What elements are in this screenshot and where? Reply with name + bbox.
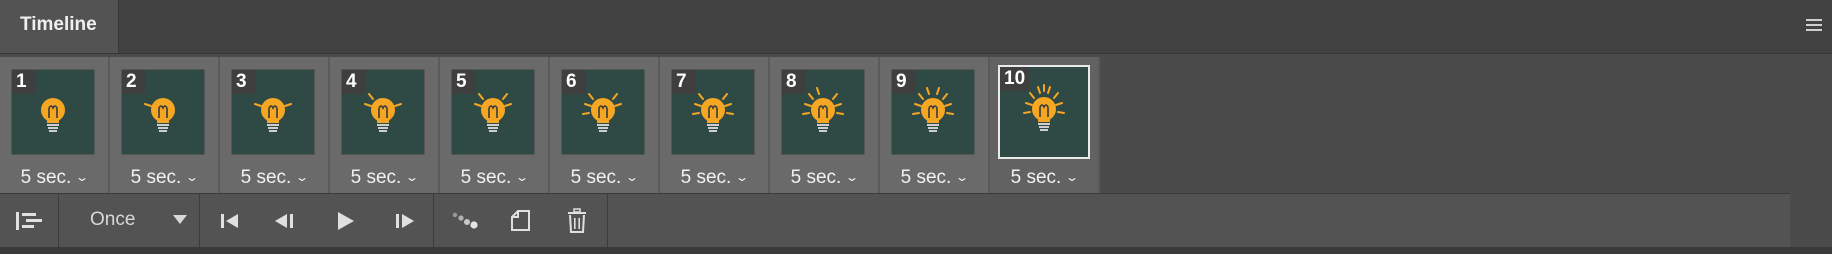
animation-frame[interactable]: 2 5 sec. ⌄ bbox=[110, 57, 220, 193]
frame-delay-value: 5 sec. bbox=[350, 167, 402, 188]
lightbulb-icon bbox=[41, 98, 65, 132]
next-frame-button[interactable] bbox=[384, 194, 424, 247]
previous-frame-icon bbox=[275, 213, 293, 228]
frame-thumbnail[interactable]: 2 bbox=[121, 69, 205, 155]
frame-delay-dropdown[interactable]: 5 sec. ⌄ bbox=[660, 167, 768, 191]
convert-to-video-timeline-button[interactable] bbox=[0, 194, 57, 247]
animation-frame[interactable]: 10 5 sec. ⌄ bbox=[990, 57, 1100, 193]
chevron-down-icon: ⌄ bbox=[75, 170, 90, 184]
chevron-down-icon: ⌄ bbox=[735, 170, 750, 184]
tab-timeline[interactable]: Timeline bbox=[0, 0, 119, 53]
chevron-down-icon bbox=[173, 215, 187, 224]
frame-delay-dropdown[interactable]: 5 sec. ⌄ bbox=[330, 167, 438, 191]
lightbulb-icon bbox=[912, 87, 954, 132]
chevron-down-icon: ⌄ bbox=[625, 170, 640, 184]
frame-thumbnail[interactable]: 5 bbox=[451, 69, 535, 155]
duplicate-frame-icon bbox=[511, 209, 530, 231]
frame-thumbnail[interactable]: 6 bbox=[561, 69, 645, 155]
frame-delay-value: 5 sec. bbox=[570, 167, 622, 188]
chevron-down-icon: ⌄ bbox=[515, 170, 530, 184]
duplicate-frame-button[interactable] bbox=[500, 194, 540, 247]
frame-thumbnail[interactable]: 1 bbox=[11, 69, 95, 155]
chevron-down-icon: ⌄ bbox=[185, 170, 200, 184]
delete-frame-button[interactable] bbox=[557, 194, 597, 247]
animation-frame[interactable]: 9 5 sec. ⌄ bbox=[880, 57, 990, 193]
frame-delay-value: 5 sec. bbox=[790, 167, 842, 188]
chevron-down-icon: ⌄ bbox=[295, 170, 310, 184]
lightbulb-icon bbox=[144, 98, 175, 132]
previous-frame-button[interactable] bbox=[265, 194, 305, 247]
chevron-down-icon: ⌄ bbox=[1065, 170, 1080, 184]
animation-frame[interactable]: 5 5 sec. ⌄ bbox=[440, 57, 550, 193]
frame-thumbnail[interactable]: 7 bbox=[671, 69, 755, 155]
frame-delay-value: 5 sec. bbox=[20, 167, 72, 188]
frame-delay-value: 5 sec. bbox=[680, 167, 732, 188]
panel-menu-icon[interactable] bbox=[1804, 17, 1824, 33]
animation-frame[interactable]: 1 5 sec. ⌄ bbox=[0, 57, 110, 193]
animation-frame[interactable]: 8 5 sec. ⌄ bbox=[770, 57, 880, 193]
animation-frame[interactable]: 7 5 sec. ⌄ bbox=[660, 57, 770, 193]
frame-delay-dropdown[interactable]: 5 sec. ⌄ bbox=[880, 167, 988, 191]
loop-options-select[interactable]: Once bbox=[60, 194, 195, 247]
lightbulb-icon bbox=[1023, 84, 1065, 131]
lightbulb-icon bbox=[582, 93, 622, 132]
first-frame-button[interactable] bbox=[210, 194, 250, 247]
panel-title: Timeline bbox=[20, 14, 97, 35]
tween-icon bbox=[452, 212, 478, 229]
animation-frame[interactable]: 4 5 sec. ⌄ bbox=[330, 57, 440, 193]
frame-thumbnail[interactable]: 8 bbox=[781, 69, 865, 155]
panel-header: Timeline bbox=[0, 0, 1832, 54]
frame-delay-value: 5 sec. bbox=[1010, 167, 1062, 188]
lightbulb-icon bbox=[254, 98, 292, 132]
chevron-down-icon: ⌄ bbox=[845, 170, 860, 184]
loop-options-value: Once bbox=[90, 209, 136, 230]
delete-frame-icon bbox=[568, 207, 586, 233]
toolbar-spacer bbox=[1790, 193, 1832, 247]
play-button[interactable] bbox=[325, 194, 365, 247]
frame-delay-dropdown[interactable]: 5 sec. ⌄ bbox=[990, 167, 1098, 191]
lightbulb-icon bbox=[364, 93, 402, 132]
animation-frame[interactable]: 3 5 sec. ⌄ bbox=[220, 57, 330, 193]
chevron-down-icon: ⌄ bbox=[405, 170, 420, 184]
frame-thumbnail[interactable]: 9 bbox=[891, 69, 975, 155]
frame-thumbnail[interactable]: 4 bbox=[341, 69, 425, 155]
lightbulb-icon bbox=[474, 93, 512, 132]
frame-delay-value: 5 sec. bbox=[460, 167, 512, 188]
first-frame-icon bbox=[221, 213, 238, 228]
frame-delay-value: 5 sec. bbox=[900, 167, 952, 188]
play-icon bbox=[338, 211, 354, 230]
lightbulb-icon bbox=[802, 87, 844, 132]
chevron-down-icon: ⌄ bbox=[955, 170, 970, 184]
timeline-toolbar: Once bbox=[0, 193, 1790, 248]
animation-frame[interactable]: 6 5 sec. ⌄ bbox=[550, 57, 660, 193]
frame-delay-dropdown[interactable]: 5 sec. ⌄ bbox=[440, 167, 548, 191]
frame-strip: 15 sec. ⌄ 2 5 sec. ⌄ 3 5 sec. ⌄ 4 5 sec. ⌄ 5 5 sec. ⌄… bbox=[0, 55, 1832, 193]
frame-thumbnail[interactable]: 3 bbox=[231, 69, 315, 155]
frame-thumbnail[interactable]: 10 bbox=[998, 65, 1090, 159]
frame-delay-dropdown[interactable]: 5 sec. ⌄ bbox=[550, 167, 658, 191]
frame-delay-value: 5 sec. bbox=[240, 167, 292, 188]
frame-delay-dropdown[interactable]: 5 sec. ⌄ bbox=[220, 167, 328, 191]
frame-delay-value: 5 sec. bbox=[130, 167, 182, 188]
panel-footer bbox=[0, 247, 1832, 254]
frame-delay-dropdown[interactable]: 5 sec. ⌄ bbox=[0, 167, 108, 191]
tween-button[interactable] bbox=[445, 194, 485, 247]
convert-to-video-timeline-icon bbox=[15, 211, 42, 230]
next-frame-icon bbox=[396, 213, 414, 228]
frame-delay-dropdown[interactable]: 5 sec. ⌄ bbox=[770, 167, 878, 191]
frame-delay-dropdown[interactable]: 5 sec. ⌄ bbox=[110, 167, 218, 191]
lightbulb-icon bbox=[692, 93, 734, 132]
